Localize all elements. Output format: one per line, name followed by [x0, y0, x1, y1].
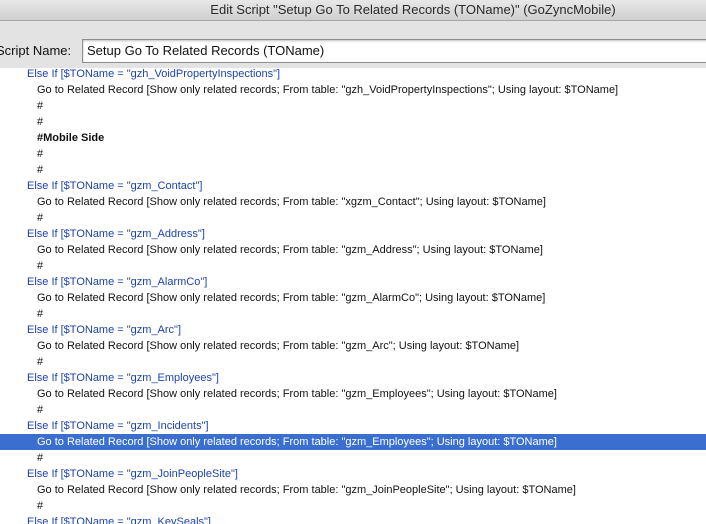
script-step[interactable]: # — [0, 354, 706, 370]
script-step-text: Else If [$TOName = "gzm_Address"] — [27, 228, 205, 240]
script-step[interactable]: Else If [$TOName = "gzh_VoidPropertyInsp… — [0, 68, 706, 82]
script-step[interactable]: Else If [$TOName = "gzm_Address"] — [0, 226, 706, 242]
script-step-text: # — [37, 308, 44, 320]
script-step[interactable]: # — [0, 210, 706, 226]
script-step[interactable]: Go to Related Record [Show only related … — [0, 290, 706, 306]
script-step[interactable]: Else If [$TOName = "gzm_Employees"] — [0, 370, 706, 386]
script-step-text: Else If [$TOName = "gzm_Contact"] — [27, 180, 203, 192]
script-steps-list[interactable]: Else If [$TOName = "gzh_VoidPropertyInsp… — [0, 68, 706, 524]
script-name-input[interactable]: Setup Go To Related Records (TOName) — [82, 39, 706, 63]
script-step[interactable]: # — [0, 162, 706, 178]
script-step-text: # — [37, 212, 44, 224]
script-step[interactable]: Go to Related Record [Show only related … — [0, 338, 706, 354]
window-titlebar[interactable]: Edit Script "Setup Go To Related Records… — [0, 0, 706, 21]
window-title: Edit Script "Setup Go To Related Records… — [210, 2, 616, 17]
script-step[interactable]: # — [0, 146, 706, 162]
script-step-text: Else If [$TOName = "gzm_AlarmCo"] — [27, 276, 208, 288]
script-step[interactable]: # — [0, 306, 706, 322]
script-step[interactable]: Else If [$TOName = "gzm_KeySeals"] — [0, 514, 706, 524]
script-step[interactable]: #Mobile Side — [0, 130, 706, 146]
script-step[interactable]: Else If [$TOName = "gzm_Contact"] — [0, 178, 706, 194]
script-step-text: Else If [$TOName = "gzm_KeySeals"] — [27, 516, 211, 524]
script-step[interactable]: Else If [$TOName = "gzm_JoinPeopleSite"] — [0, 466, 706, 482]
script-step[interactable]: Go to Related Record [Show only related … — [0, 482, 706, 498]
script-step[interactable]: # — [0, 258, 706, 274]
script-step-text: # — [37, 356, 44, 368]
script-step-text: Go to Related Record [Show only related … — [37, 196, 546, 208]
script-step-text: Go to Related Record [Show only related … — [37, 84, 619, 96]
script-step[interactable]: Go to Related Record [Show only related … — [0, 82, 706, 98]
script-step-text: Else If [$TOName = "gzm_Employees"] — [27, 372, 219, 384]
script-step[interactable]: # — [0, 402, 706, 418]
script-step-text: Go to Related Record [Show only related … — [37, 484, 576, 496]
script-step-text: Else If [$TOName = "gzh_VoidPropertyInsp… — [27, 68, 281, 80]
script-step[interactable]: Go to Related Record [Show only related … — [0, 194, 706, 210]
script-name-label: Script Name: — [0, 43, 72, 58]
script-name-bar: Script Name: Setup Go To Related Records… — [0, 21, 706, 70]
script-step-text: # — [37, 404, 44, 416]
script-step[interactable]: Else If [$TOName = "gzm_AlarmCo"] — [0, 274, 706, 290]
script-step[interactable]: Else If [$TOName = "gzm_Incidents"] — [0, 418, 706, 434]
script-step-text: # — [37, 500, 44, 512]
script-step-text: Go to Related Record [Show only related … — [37, 436, 557, 448]
script-step-text: # — [37, 164, 44, 176]
script-step-text: # — [37, 148, 44, 160]
script-step[interactable]: # — [0, 114, 706, 130]
script-step-text: Else If [$TOName = "gzm_Arc"] — [27, 324, 182, 336]
script-step-text: Go to Related Record [Show only related … — [37, 388, 557, 400]
script-step-text: # — [37, 116, 44, 128]
script-step-selected[interactable]: Go to Related Record [Show only related … — [0, 434, 706, 450]
script-step-text: # — [37, 100, 44, 112]
script-step-text: Go to Related Record [Show only related … — [37, 340, 520, 352]
script-step[interactable]: # — [0, 450, 706, 466]
script-step-text: Else If [$TOName = "gzm_JoinPeopleSite"] — [27, 468, 238, 480]
script-step-text: # — [37, 452, 44, 464]
script-step-text: Go to Related Record [Show only related … — [37, 244, 543, 256]
script-step[interactable]: Go to Related Record [Show only related … — [0, 242, 706, 258]
script-step-text: Go to Related Record [Show only related … — [37, 292, 546, 304]
script-step-text: # — [37, 260, 44, 272]
script-step-text: #Mobile Side — [37, 132, 105, 144]
script-step-text: Else If [$TOName = "gzm_Incidents"] — [27, 420, 209, 432]
script-step[interactable]: Go to Related Record [Show only related … — [0, 386, 706, 402]
script-step[interactable]: # — [0, 498, 706, 514]
script-step[interactable]: # — [0, 98, 706, 114]
script-step[interactable]: Else If [$TOName = "gzm_Arc"] — [0, 322, 706, 338]
